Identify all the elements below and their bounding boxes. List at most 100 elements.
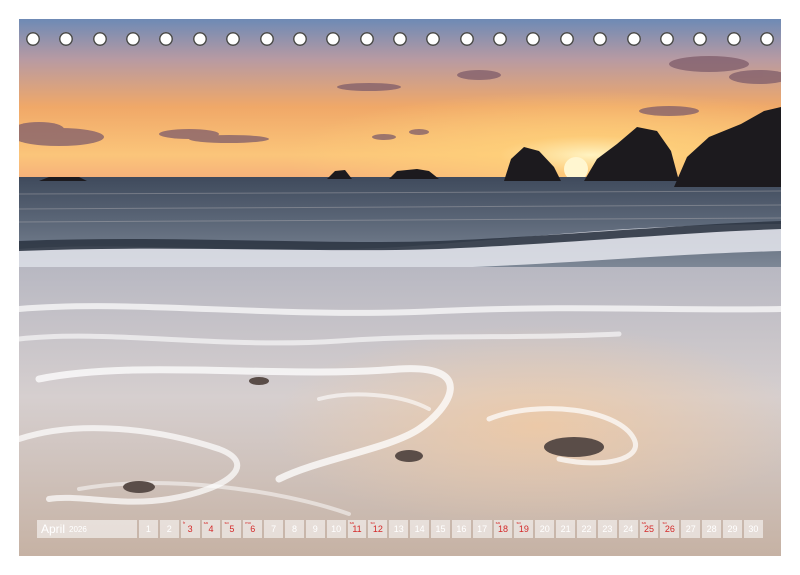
- day-cell: 23: [597, 520, 617, 538]
- day-cell: 8: [285, 520, 304, 538]
- day-cell: mo 6: [243, 520, 263, 538]
- day-number: 10: [331, 524, 342, 534]
- day-label: mo: [245, 520, 251, 525]
- day-number: 23: [602, 524, 613, 534]
- day-number: 5: [229, 524, 235, 534]
- calendar-strip: April 2026 1 2 fr 3 sa 4 so 5 mo 6 7 8 9 10 sa 11 so 12 13…: [37, 520, 763, 538]
- binding-ring: [526, 32, 541, 46]
- binding-ring: [726, 32, 741, 46]
- day-label: fr: [182, 520, 186, 525]
- month-name: April: [41, 522, 66, 536]
- day-number: 9: [312, 524, 318, 534]
- day-cell: 30: [743, 520, 763, 538]
- binding-ring: [493, 32, 508, 46]
- month-cell: April 2026: [37, 520, 137, 538]
- day-number: 21: [560, 524, 571, 534]
- day-cell: 9: [305, 520, 325, 538]
- day-cell: 10: [326, 520, 346, 538]
- day-number: 20: [539, 524, 550, 534]
- day-cell: sa 4: [201, 520, 221, 538]
- day-number: 22: [581, 524, 592, 534]
- day-number: 30: [748, 524, 759, 534]
- day-label: sa: [203, 520, 208, 525]
- binding-ring: [760, 32, 774, 46]
- binding-ring: [259, 32, 274, 46]
- day-number: 19: [518, 524, 529, 534]
- day-cell: so 12: [368, 520, 388, 538]
- day-number: 11: [352, 524, 362, 534]
- day-number: 25: [644, 524, 655, 534]
- day-row: 1 2 fr 3 sa 4 so 5 mo 6 7 8 9 10 sa 11 so 12 13 14 15 16 17 sa 1…: [139, 520, 763, 538]
- day-cell: sa 25: [639, 520, 659, 538]
- day-number: 29: [727, 524, 738, 534]
- binding-ring: [359, 32, 374, 46]
- binding-ring: [59, 32, 74, 46]
- day-cell: 1: [139, 520, 158, 538]
- binding-ring: [159, 32, 174, 46]
- day-number: 27: [685, 524, 696, 534]
- binding-ring: [626, 32, 641, 46]
- binding-ring: [26, 32, 40, 46]
- day-cell: sa 11: [347, 520, 367, 538]
- day-label: so: [662, 520, 667, 525]
- binding-ring: [693, 32, 708, 46]
- day-number: 4: [208, 524, 214, 534]
- day-cell: so 5: [222, 520, 242, 538]
- day-label: so: [516, 520, 521, 525]
- day-cell: 7: [264, 520, 284, 538]
- day-number: 17: [477, 524, 488, 534]
- binding-ring: [192, 32, 207, 46]
- day-number: 6: [250, 524, 256, 534]
- binding-ring: [426, 32, 441, 46]
- day-cell: 28: [702, 520, 722, 538]
- binding-ring: [393, 32, 407, 46]
- month-year: 2026: [69, 524, 87, 534]
- binding-ring: [559, 32, 574, 46]
- day-label: sa: [641, 520, 646, 525]
- day-cell: 29: [723, 520, 742, 538]
- day-number: 3: [187, 524, 193, 534]
- day-cell: 2: [159, 520, 179, 538]
- day-label: sa: [349, 520, 354, 525]
- binding-ring: [226, 32, 241, 46]
- binding-ring: [292, 32, 307, 46]
- binding-ring: [126, 32, 141, 46]
- day-cell: 22: [577, 520, 596, 538]
- day-number: 7: [271, 524, 277, 534]
- day-cell: so 26: [660, 520, 680, 538]
- day-label: so: [370, 520, 375, 525]
- day-number: 12: [372, 524, 383, 534]
- day-cell: 20: [535, 520, 555, 538]
- day-cell: 16: [451, 520, 471, 538]
- binding-ring: [459, 32, 474, 46]
- day-cell: 17: [472, 520, 492, 538]
- day-cell: 13: [389, 520, 409, 538]
- binding-ring: [593, 32, 608, 46]
- day-cell: so 19: [514, 520, 534, 538]
- binding-ring: [659, 32, 674, 46]
- day-number: 15: [435, 524, 446, 534]
- spiral-binding: [19, 32, 781, 52]
- day-label: so: [224, 520, 229, 525]
- day-number: 8: [291, 524, 297, 534]
- day-number: 16: [456, 524, 467, 534]
- day-cell: sa 18: [493, 520, 513, 538]
- day-number: 28: [706, 524, 717, 534]
- day-cell: 14: [410, 520, 430, 538]
- day-number: 14: [414, 524, 425, 534]
- day-cell: fr 3: [180, 520, 200, 538]
- day-number: 13: [393, 524, 404, 534]
- binding-ring: [92, 32, 107, 46]
- binding-ring: [326, 32, 341, 46]
- sunset-beach-photo: [19, 19, 781, 556]
- photo-scene: [19, 19, 781, 556]
- day-number: 26: [664, 524, 675, 534]
- day-number: 2: [166, 524, 172, 534]
- day-number: 18: [498, 524, 509, 534]
- day-cell: 27: [681, 520, 701, 538]
- day-number: 24: [623, 524, 634, 534]
- day-label: sa: [495, 520, 500, 525]
- day-cell: 24: [618, 520, 638, 538]
- day-number: 1: [145, 524, 151, 534]
- day-cell: 15: [431, 520, 450, 538]
